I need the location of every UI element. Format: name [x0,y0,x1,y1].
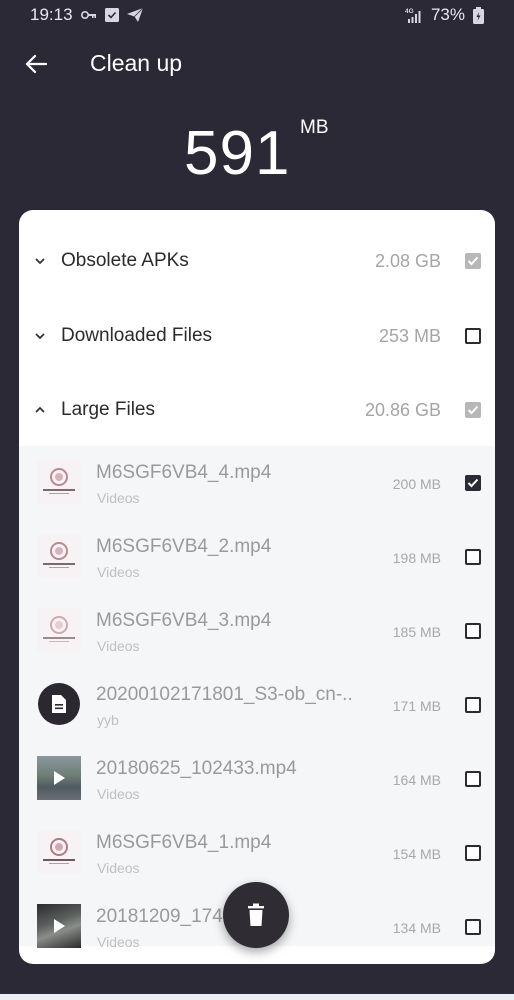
video-thumbnail [37,756,81,800]
total-size-unit: MB [300,117,329,138]
file-size: 198 MB [392,550,441,566]
category-row-large-files[interactable]: Large Files 20.86 GB [19,373,495,447]
document-icon [38,683,80,725]
file-category: yyb [97,712,119,728]
arrow-left-icon [25,54,47,74]
file-name: 20200102171801_S3-ob_cn-.. [96,684,353,705]
file-checkbox[interactable] [465,919,481,935]
file-size: 200 MB [392,476,441,492]
trash-icon [248,903,264,926]
file-row[interactable]: 20180625_102433.mp4 Videos 164 MB [19,742,495,816]
file-name: 20180625_102433.mp4 [96,758,297,779]
video-thumbnail [37,534,81,578]
chevron-down-icon [33,329,47,343]
file-size: 164 MB [392,772,441,788]
back-button[interactable] [22,50,50,78]
category-row-downloaded-files[interactable]: Downloaded Files 253 MB [19,299,495,373]
check-icon [467,478,479,488]
status-time: 19:13 [30,5,73,24]
file-checkbox[interactable] [465,475,481,491]
video-thumbnail [37,904,81,948]
file-name: M6SGF6VB4_4.mp4 [96,462,272,483]
status-left: 19:13 [30,5,143,25]
large-files-list: M6SGF6VB4_4.mp4 Videos 200 MB M6SGF6VB4_… [19,446,495,950]
page-title: Clean up [90,50,183,76]
file-checkbox[interactable] [465,549,481,565]
svg-text:4G: 4G [405,8,414,15]
file-category: Videos [97,860,140,876]
file-row[interactable]: M6SGF6VB4_2.mp4 Videos 198 MB [19,520,495,594]
file-category: Videos [97,638,140,654]
category-size: 20.86 GB [364,399,441,420]
play-icon [54,919,65,933]
file-name: M6SGF6VB4_2.mp4 [96,536,272,557]
category-label: Large Files [61,399,155,420]
delete-button[interactable] [223,882,289,948]
task-check-icon [104,8,119,22]
navigation-bar-edge [0,994,514,1000]
category-checkbox[interactable] [465,253,481,269]
total-size: 591 MB [0,115,514,195]
file-name: M6SGF6VB4_3.mp4 [96,610,272,631]
category-checkbox[interactable] [465,328,481,344]
file-row[interactable]: 20200102171801_S3-ob_cn-.. yyb 171 MB [19,668,495,742]
total-size-value: 591 [184,119,291,188]
video-thumbnail [37,460,81,504]
file-checkbox[interactable] [465,623,481,639]
category-size: 2.08 GB [374,250,441,271]
file-checkbox[interactable] [465,771,481,787]
file-row[interactable]: M6SGF6VB4_3.mp4 Videos 185 MB [19,594,495,668]
file-size: 134 MB [392,920,441,936]
chevron-up-icon [33,403,47,417]
file-checkbox[interactable] [465,845,481,861]
status-bar: 19:13 4G 73% [0,0,514,30]
file-row[interactable]: M6SGF6VB4_1.mp4 Videos 154 MB [19,816,495,890]
battery-charging-icon [473,6,484,24]
vpn-key-icon [80,10,97,20]
play-icon [54,771,65,785]
category-label: Obsolete APKs [61,250,189,271]
telegram-send-icon [126,8,143,22]
status-right: 4G 73% [405,5,484,25]
cleanup-card: Obsolete APKs 2.08 GB Downloaded Files 2… [19,210,495,964]
category-row-obsolete-apks[interactable]: Obsolete APKs 2.08 GB [19,224,495,298]
file-category: Videos [97,786,140,802]
video-thumbnail [37,608,81,652]
file-size: 154 MB [392,846,441,862]
category-label: Downloaded Files [61,325,213,346]
file-category: Videos [97,934,140,950]
app-bar: Clean up [0,40,514,88]
file-category: Videos [97,564,140,580]
file-checkbox[interactable] [465,697,481,713]
category-size: 253 MB [378,325,441,346]
signal-4g-icon: 4G [405,7,423,23]
file-name: M6SGF6VB4_1.mp4 [96,832,272,853]
file-category: Videos [97,490,140,506]
file-size: 171 MB [392,698,441,714]
file-row[interactable]: M6SGF6VB4_4.mp4 Videos 200 MB [19,446,495,520]
chevron-down-icon [33,254,47,268]
category-checkbox[interactable] [465,402,481,418]
file-size: 185 MB [392,624,441,640]
video-thumbnail [37,830,81,874]
check-icon [467,256,479,266]
check-icon [467,405,479,415]
battery-percent: 73% [430,5,465,24]
